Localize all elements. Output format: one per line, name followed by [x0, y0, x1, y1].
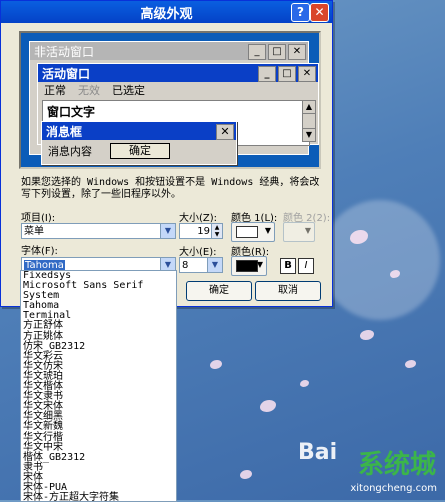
font-size-label: 大小(E):	[179, 247, 217, 258]
active-window-title: 活动窗口	[42, 66, 91, 81]
active-title-bar[interactable]: 活动窗口 _ □ ✕	[38, 64, 318, 82]
scroll-down-icon[interactable]: ▼	[303, 128, 315, 141]
baidu-watermark: Bai	[298, 440, 338, 465]
inactive-window-buttons: _ □ ✕	[248, 44, 306, 60]
appearance-preview[interactable]: 非活动窗口 _ □ ✕ 活动窗口 _ □ ✕ 正常 无效 已选定 窗口文字 ▲ …	[19, 31, 321, 169]
item-label: 项目(I):	[21, 213, 56, 224]
close-icon: ✕	[288, 44, 306, 60]
dialog-title: 高级外观	[140, 6, 193, 22]
chevron-down-icon[interactable]: ▼	[160, 224, 175, 238]
active-window-buttons: _ □ ✕	[258, 66, 316, 82]
message-text: 消息内容	[48, 145, 92, 158]
maximize-icon: □	[268, 44, 286, 60]
font-color-swatch	[236, 260, 258, 272]
minimize-icon: _	[248, 44, 266, 60]
color1-swatch	[236, 226, 258, 238]
chevron-down-icon: ▼	[256, 260, 263, 269]
message-box-preview[interactable]: 消息框 ✕ 消息内容 确定	[41, 121, 237, 165]
window-text-label: 窗口文字	[47, 105, 96, 119]
petal	[405, 360, 416, 368]
chevron-down-icon: ▼	[304, 226, 311, 235]
font-list-item[interactable]: 宋体-方正超大字符集	[21, 493, 176, 501]
size-stepper[interactable]: 19 ▲ ▼	[179, 223, 223, 239]
settings-description: 如果您选择的 Windows 和按钮设置不是 Windows 经典，将会改写下列…	[21, 177, 320, 200]
color1-picker[interactable]: ▼	[231, 222, 275, 242]
message-box-body: 消息内容 确定	[42, 140, 236, 162]
menu-disabled[interactable]: 无效	[78, 82, 100, 98]
close-icon: ✕	[216, 124, 234, 140]
preview-menu-bar[interactable]: 正常 无效 已选定	[38, 82, 318, 98]
font-label: 字体(F):	[21, 246, 58, 257]
inactive-window-title: 非活动窗口	[34, 44, 95, 59]
size-value: 19	[197, 226, 210, 237]
ok-button[interactable]: 确定	[186, 281, 252, 301]
minimize-icon: _	[258, 66, 276, 82]
font-size-select[interactable]: 8 ▼	[179, 257, 223, 273]
color2-picker[interactable]: ▼	[283, 222, 315, 242]
font-list-item[interactable]: 华文新魏	[21, 422, 176, 432]
item-select-value: 菜单	[24, 226, 44, 237]
font-size-value: 8	[182, 260, 189, 271]
font-list-item[interactable]: 隶书	[21, 462, 176, 473]
petal	[240, 470, 252, 479]
petal	[360, 330, 374, 340]
cancel-button[interactable]: 取消	[255, 281, 321, 301]
spinner-icon[interactable]: ▲ ▼	[211, 224, 222, 238]
close-button[interactable]: ✕	[310, 3, 329, 22]
petal	[300, 380, 309, 387]
title-bar[interactable]: 高级外观 ? ✕	[1, 1, 332, 23]
advanced-appearance-dialog: 高级外观 ? ✕ 非活动窗口 _ □ ✕ 活动窗口 _ □ ✕ 正常 无效 已选…	[0, 0, 333, 307]
inactive-title-bar[interactable]: 非活动窗口 _ □ ✕	[30, 42, 308, 60]
maximize-icon: □	[278, 66, 296, 82]
font-dropdown-list[interactable]: Fixedsys Microsoft Sans Serif System Tahoma…	[20, 270, 177, 502]
help-button[interactable]: ?	[291, 3, 310, 22]
chevron-down-icon: ▼	[264, 226, 271, 235]
close-icon: ✕	[298, 66, 316, 82]
font-list-item[interactable]: 楷体_GB2312	[21, 452, 176, 463]
scroll-up-icon[interactable]: ▲	[303, 101, 315, 114]
message-box-title-bar[interactable]: 消息框 ✕	[42, 122, 236, 140]
message-box-title: 消息框	[46, 124, 83, 139]
site-url: xitongcheng.com	[350, 483, 437, 494]
font-color-picker[interactable]: ▼	[231, 256, 267, 276]
italic-button[interactable]: I	[298, 258, 314, 274]
preview-scrollbar[interactable]: ▲ ▼	[302, 100, 316, 142]
petal	[260, 400, 276, 412]
petal	[210, 360, 222, 369]
size-label: 大小(Z):	[179, 213, 218, 224]
item-select[interactable]: 菜单 ▼	[21, 223, 176, 239]
message-ok-button[interactable]: 确定	[110, 143, 170, 159]
bold-button[interactable]: B	[280, 258, 296, 274]
chevron-down-icon[interactable]: ▼	[207, 258, 222, 272]
light-glow	[320, 200, 440, 320]
site-badge: 系统城	[358, 450, 437, 480]
menu-normal[interactable]: 正常	[44, 82, 66, 98]
menu-selected[interactable]: 已选定	[112, 82, 145, 98]
